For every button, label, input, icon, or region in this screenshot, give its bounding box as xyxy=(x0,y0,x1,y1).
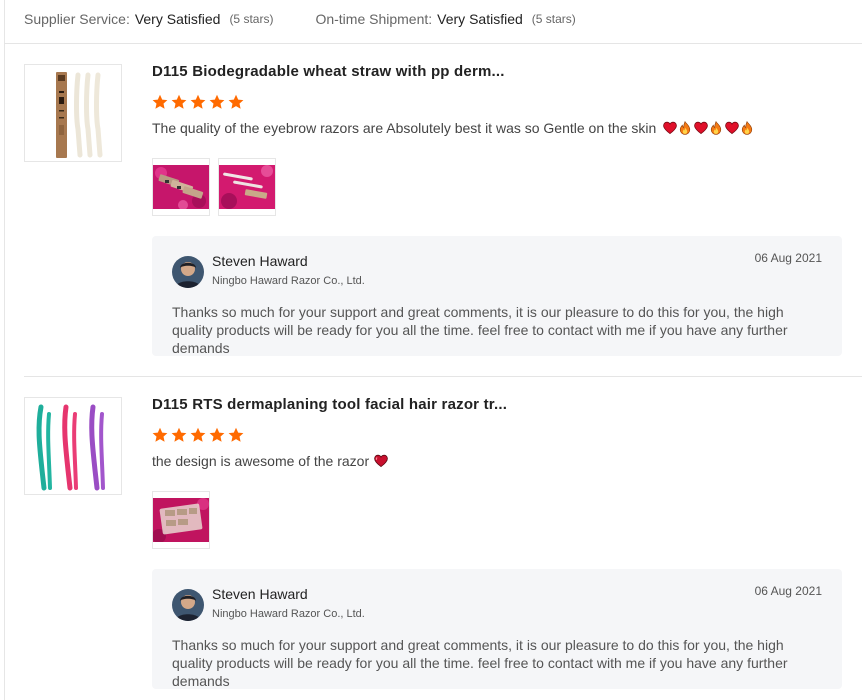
star-icon xyxy=(171,427,187,443)
star-rating xyxy=(152,427,247,443)
star-icon xyxy=(190,94,206,110)
seller-company: Ningbo Haward Razor Co., Ltd. xyxy=(212,275,365,287)
avatar xyxy=(172,256,204,288)
supplier-service-value: Very Satisfied xyxy=(134,11,221,27)
heart-icon xyxy=(374,454,388,468)
star-icon xyxy=(190,427,206,443)
review-comment-text: the design is awesome of the razor xyxy=(152,453,370,469)
star-icon xyxy=(209,427,225,443)
fire-icon xyxy=(678,121,692,135)
avatar xyxy=(172,589,204,621)
summary-divider xyxy=(4,43,862,44)
red-heart-icon xyxy=(725,121,739,135)
supplier-service-rating: Supplier Service: Very Satisfied (5 star… xyxy=(24,11,273,27)
product-image[interactable] xyxy=(24,397,122,495)
review-comment: the design is awesome of the razor xyxy=(152,452,388,470)
product-title[interactable]: D115 Biodegradable wheat straw with pp d… xyxy=(152,63,505,80)
ontime-shipment-label: On-time Shipment: xyxy=(315,11,433,27)
supplier-service-label: Supplier Service: xyxy=(24,11,130,27)
red-heart-icon xyxy=(694,121,708,135)
review-photo-thumbnail[interactable] xyxy=(152,158,210,216)
star-icon xyxy=(228,427,244,443)
reply-text: Thanks so much for your support and grea… xyxy=(172,304,788,356)
seller-name: Steven Haward xyxy=(212,253,308,269)
reply-date: 06 Aug 2021 xyxy=(754,584,822,598)
seller-name: Steven Haward xyxy=(212,586,308,602)
star-icon xyxy=(152,427,168,443)
star-icon xyxy=(152,94,168,110)
rating-summary-bar: Supplier Service: Very Satisfied (5 star… xyxy=(24,10,576,28)
review-comment: The quality of the eyebrow razors are Ab… xyxy=(152,119,754,137)
review-photo-thumbnail[interactable] xyxy=(218,158,276,216)
left-divider xyxy=(4,0,5,700)
star-icon xyxy=(209,94,225,110)
reply-date: 06 Aug 2021 xyxy=(754,251,822,265)
star-icon xyxy=(171,94,187,110)
review-photo-thumbnail[interactable] xyxy=(152,491,210,549)
fire-icon xyxy=(709,121,723,135)
seller-company: Ningbo Haward Razor Co., Ltd. xyxy=(212,608,365,620)
fire-icon xyxy=(740,121,754,135)
supplier-service-stars: (5 stars) xyxy=(229,12,274,26)
star-icon xyxy=(228,94,244,110)
product-title[interactable]: D115 RTS dermaplaning tool facial hair r… xyxy=(152,396,507,413)
product-image[interactable] xyxy=(24,64,122,162)
review-comment-text: The quality of the eyebrow razors are Ab… xyxy=(152,120,657,136)
seller-reply: Steven Haward Ningbo Haward Razor Co., L… xyxy=(152,236,842,356)
review-divider xyxy=(24,376,862,377)
reply-text: Thanks so much for your support and grea… xyxy=(172,637,788,689)
ontime-shipment-stars: (5 stars) xyxy=(531,12,576,26)
red-heart-icon xyxy=(663,121,677,135)
seller-reply: Steven Haward Ningbo Haward Razor Co., L… xyxy=(152,569,842,689)
ontime-shipment-rating: On-time Shipment: Very Satisfied (5 star… xyxy=(315,11,575,27)
ontime-shipment-value: Very Satisfied xyxy=(437,11,523,27)
star-rating xyxy=(152,94,247,110)
